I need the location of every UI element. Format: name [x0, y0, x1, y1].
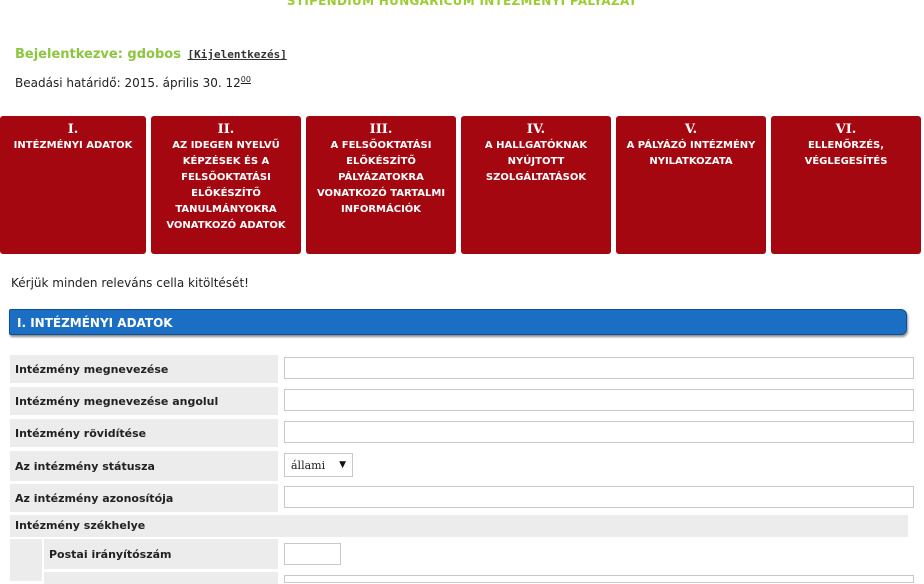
deadline-text: Beadási határidő: 2015. április 30. 12: [15, 76, 241, 90]
next-row-label: [44, 572, 278, 584]
tab-label: A HALLGATÓKNAK NYÚJTOTT SZOLGÁLTATÁSOK: [484, 140, 588, 183]
label-intezmeny-rovidítese: Intézmény rövidítése: [10, 419, 278, 447]
tab-label: ELLENŐRZÉS, VÉGLEGESÍTÉS: [804, 140, 888, 167]
chevron-down-icon: ▼: [339, 460, 346, 470]
tab-label: A FELSŐOKTATÁSI ELŐKÉSZÍTŐ PÁLYÁZATOKRA …: [316, 140, 446, 215]
zip-code-input[interactable]: [284, 543, 341, 565]
logout-link[interactable]: [Kijelentkezés]: [187, 48, 286, 61]
institution-name-en-input[interactable]: [284, 389, 914, 411]
tab-label: AZ IDEGEN NYELVŰ KÉPZÉSEK ÉS A FELSŐOKTA…: [166, 140, 286, 231]
tab-tartalmi-informaciok[interactable]: III. A FELSŐOKTATÁSI ELŐKÉSZÍTŐ PÁLYÁZAT…: [306, 116, 456, 254]
institution-name-input[interactable]: [284, 357, 914, 379]
deadline-minutes: 00: [240, 75, 251, 84]
status-select[interactable]: állami ▼: [284, 453, 353, 477]
tab-number: IV.: [526, 122, 546, 137]
step-tabs: I. INTÉZMÉNYI ADATOK II. AZ IDEGEN NYELV…: [0, 116, 924, 254]
tab-ellenorzes[interactable]: VI. ELLENŐRZÉS, VÉGLEGESÍTÉS: [771, 116, 921, 254]
label-intezmeny-megnevezese: Intézmény megnevezése: [10, 355, 278, 383]
status-select-value: állami: [291, 458, 326, 472]
tab-nyilatkozat[interactable]: V. A PÁLYÁZÓ INTÉZMÉNY NYILATKOZATA: [616, 116, 766, 254]
tab-intezmenyi-adatok[interactable]: I. INTÉZMÉNYI ADATOK: [0, 116, 146, 254]
page-title: STIPENDIUM HUNGARICUM INTÉZMÉNYI PÁLYÁZA…: [286, 0, 638, 8]
institution-id-input[interactable]: [284, 486, 914, 508]
section-header: I. INTÉZMÉNYI ADATOK: [9, 309, 907, 335]
label-intezmeny-megnevezese-angolul: Intézmény megnevezése angolul: [10, 387, 278, 415]
label-intezmeny-statusza: Az intézmény státusza: [10, 451, 278, 481]
next-row-input[interactable]: [284, 575, 914, 583]
label-intezmeny-szekhelye: Intézmény székhelye: [10, 515, 908, 537]
indent-spacer: [10, 539, 42, 581]
login-label: Bejelentkezve: gdobos: [15, 47, 181, 62]
label-intezmeny-azonositoja: Az intézmény azonosítója: [10, 484, 278, 512]
tab-label: A PÁLYÁZÓ INTÉZMÉNY NYILATKOZATA: [626, 140, 756, 167]
tab-szolgaltatasok[interactable]: IV. A HALLGATÓKNAK NYÚJTOTT SZOLGÁLTATÁS…: [461, 116, 611, 254]
tab-kepzesek[interactable]: II. AZ IDEGEN NYELVŰ KÉPZÉSEK ÉS A FELSŐ…: [151, 116, 301, 254]
tab-number: V.: [684, 122, 698, 137]
tab-number: II.: [217, 122, 235, 137]
tab-number: III.: [369, 122, 393, 137]
tab-number: I.: [67, 122, 79, 137]
tab-label: INTÉZMÉNYI ADATOK: [13, 140, 133, 151]
fill-notice: Kérjük minden releváns cella kitöltését!: [11, 276, 249, 290]
label-postai-iranyitoszam: Postai irányítószám: [44, 539, 278, 569]
deadline: Beadási határidő: 2015. április 30. 1200: [15, 75, 251, 90]
institution-abbr-input[interactable]: [284, 421, 914, 443]
tab-number: VI.: [835, 122, 857, 137]
login-status: Bejelentkezve: gdobos [Kijelentkezés]: [15, 47, 287, 62]
